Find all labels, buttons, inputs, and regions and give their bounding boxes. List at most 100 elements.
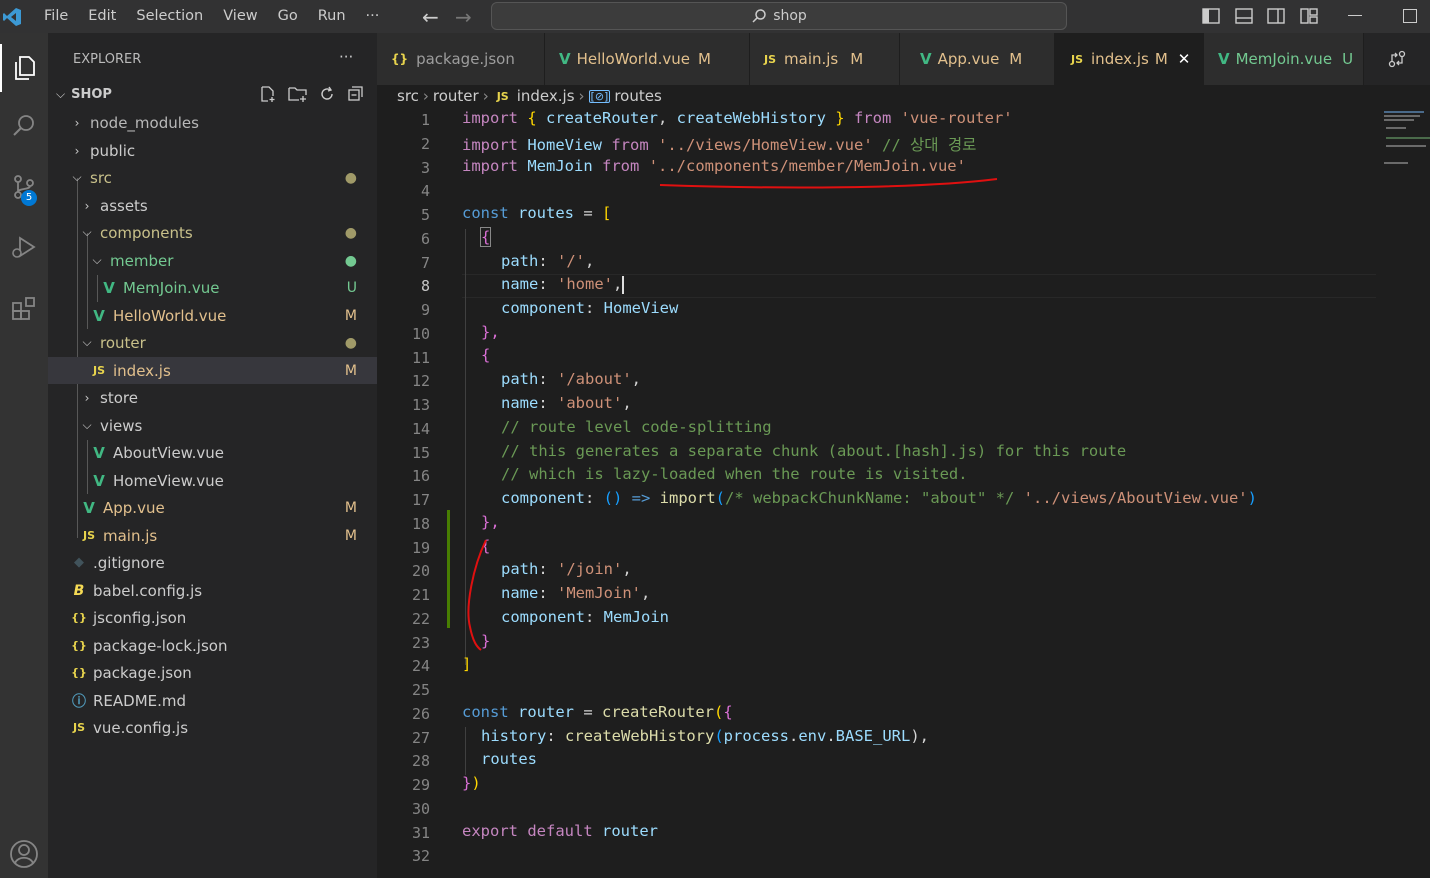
menu-run[interactable]: Run (308, 0, 356, 33)
tree-item-jsconfig-json[interactable]: {} jsconfig.json (48, 604, 377, 631)
breadcrumb-src[interactable]: src (397, 87, 419, 105)
chevron-down-icon: ⌵ (56, 86, 66, 101)
tree-item-assets[interactable]: › assets (48, 192, 377, 219)
command-center-search[interactable]: shop (491, 2, 1067, 30)
code-editor[interactable]: 1 2 3 4 5 6 7 8 9 10 11 12 13 14 15 16 17 18 19 20 21 22 23 24 2… (377, 107, 1430, 878)
run-debug-activity[interactable] (0, 223, 48, 271)
chevron-right-icon: › (84, 198, 90, 213)
tab-memjoin-vue[interactable]: V MemJoin.vue U (1204, 33, 1364, 85)
new-file-icon[interactable] (259, 85, 277, 103)
collapse-all-icon[interactable] (347, 85, 365, 103)
tab-label: index.js (1091, 50, 1149, 68)
modified-dot-badge: ● (344, 224, 357, 241)
tree-item-label: App.vue (103, 498, 165, 517)
tab-package-json[interactable]: {} package.json (377, 33, 545, 85)
untracked-badge: U (346, 279, 357, 296)
tree-item-label: README.md (93, 691, 187, 710)
menu-edit[interactable]: Edit (78, 0, 126, 33)
tab-modified-badge: M (1009, 50, 1023, 68)
tree-item-label: src (90, 168, 112, 187)
source-control-activity[interactable]: 5 (0, 163, 48, 211)
tree-item-homeview-vue[interactable]: V HomeView.vue (48, 467, 377, 494)
json-file-icon: {} (71, 639, 87, 652)
explorer-activity[interactable] (0, 44, 48, 92)
menu-more[interactable]: ··· (356, 0, 390, 33)
tree-item-aboutview-vue[interactable]: V AboutView.vue (48, 439, 377, 466)
breadcrumb-router[interactable]: router (433, 87, 479, 105)
extensions-activity[interactable] (0, 284, 48, 332)
refresh-icon[interactable] (318, 85, 336, 103)
tree-item-gitignore[interactable]: ◆ .gitignore (48, 549, 377, 576)
editor-tabs: {} package.json V HelloWorld.vue M JS main.j… (377, 33, 1430, 85)
tree-item-node-modules[interactable]: › node_modules (48, 109, 377, 136)
tab-app-vue[interactable]: V App.vue M (900, 33, 1055, 85)
tree-item-label: .gitignore (93, 553, 165, 572)
vue-file-icon: V (83, 498, 95, 517)
tab-main-js[interactable]: JS main.js M (750, 33, 900, 85)
menu-file[interactable]: File (34, 0, 78, 33)
chevron-down-icon: ⌵ (82, 335, 92, 349)
tree-item-package-lock-json[interactable]: {} package-lock.json (48, 632, 377, 659)
tree-item-src[interactable]: ⌵ src ● (48, 164, 377, 191)
back-arrow-icon[interactable]: ← (422, 5, 439, 29)
breadcrumb-index-js[interactable]: index.js (517, 87, 575, 105)
tree-item-helloworld-vue[interactable]: V HelloWorld.vue M (48, 302, 377, 329)
scm-count-badge: 5 (21, 190, 37, 206)
tree-item-app-vue[interactable]: V App.vue M (48, 494, 377, 521)
chevron-down-icon: ⌵ (92, 253, 102, 267)
menu-selection[interactable]: Selection (126, 0, 213, 33)
menu-go[interactable]: Go (268, 0, 308, 33)
toggle-primary-sidebar-icon[interactable] (1202, 7, 1220, 25)
breadcrumb-routes[interactable]: routes (614, 87, 661, 105)
tree-item-store[interactable]: › store (48, 384, 377, 411)
chevron-down-icon: ⌵ (82, 225, 92, 239)
tab-index-js[interactable]: JS index.js M ✕ (1055, 33, 1204, 85)
explorer-more-button[interactable]: ··· (339, 48, 353, 66)
tree-item-label: package-lock.json (93, 636, 228, 655)
minimize-icon[interactable] (1348, 15, 1362, 16)
tree-item-babel-config-js[interactable]: Bbabel.config.js (48, 577, 377, 604)
tree-item-public[interactable]: › public (48, 137, 377, 164)
new-folder-icon[interactable] (288, 85, 308, 103)
tree-item-label: main.js (103, 526, 158, 545)
tree-item-label: components (100, 223, 193, 242)
tree-item-label: jsconfig.json (93, 608, 187, 627)
forward-arrow-icon[interactable]: → (455, 5, 472, 29)
tree-item-vue-config-js[interactable]: JS vue.config.js (48, 714, 377, 741)
menu-view[interactable]: View (213, 0, 267, 33)
search-activity[interactable] (0, 102, 48, 150)
json-file-icon: {} (71, 611, 87, 624)
tree-item-label: views (100, 416, 143, 435)
vue-file-icon: V (93, 443, 105, 462)
tab-helloworld-vue[interactable]: V HelloWorld.vue M (545, 33, 750, 85)
search-icon (752, 9, 766, 23)
toggle-panel-icon[interactable] (1235, 7, 1253, 25)
tree-item-package-json[interactable]: {} package.json (48, 659, 377, 686)
info-icon: ⓘ (72, 693, 86, 710)
compare-changes-button[interactable] (1364, 33, 1430, 85)
tree-item-components[interactable]: ⌵ components ● (48, 219, 377, 246)
customize-layout-icon[interactable] (1300, 7, 1318, 25)
accounts-activity[interactable] (0, 830, 48, 878)
chevron-right-icon: › (74, 143, 80, 158)
git-diamond-icon: ◆ (74, 555, 84, 570)
tree-item-readme-md[interactable]: ⓘ README.md (48, 687, 377, 714)
tree-item-main-js[interactable]: JS main.js M (48, 522, 377, 549)
tree-item-label: package.json (93, 663, 192, 682)
tree-item-member[interactable]: ⌵ member ● (48, 247, 377, 274)
tree-item-router[interactable]: ⌵ router ● (48, 329, 377, 356)
breadcrumb: src › router › JS index.js › [⊘] routes (377, 85, 1430, 107)
tree-item-views[interactable]: ⌵ views (48, 412, 377, 439)
minimap[interactable] (1376, 107, 1430, 177)
modified-badge: M (344, 527, 357, 544)
toggle-secondary-sidebar-icon[interactable] (1267, 7, 1285, 25)
tree-item-index-js[interactable]: JS index.js M (48, 357, 377, 384)
maximize-icon[interactable] (1403, 9, 1417, 23)
vue-file-icon: V (93, 471, 105, 490)
tree-item-memjoin-vue[interactable]: V MemJoin.vue U (48, 274, 377, 301)
modified-badge: M (344, 307, 357, 324)
chevron-right-icon: › (422, 87, 429, 105)
folder-header[interactable]: ⌵ SHOP (48, 82, 377, 106)
title-bar: File Edit Selection View Go Run ··· ← → … (0, 0, 1430, 33)
close-icon[interactable]: ✕ (1178, 50, 1191, 68)
